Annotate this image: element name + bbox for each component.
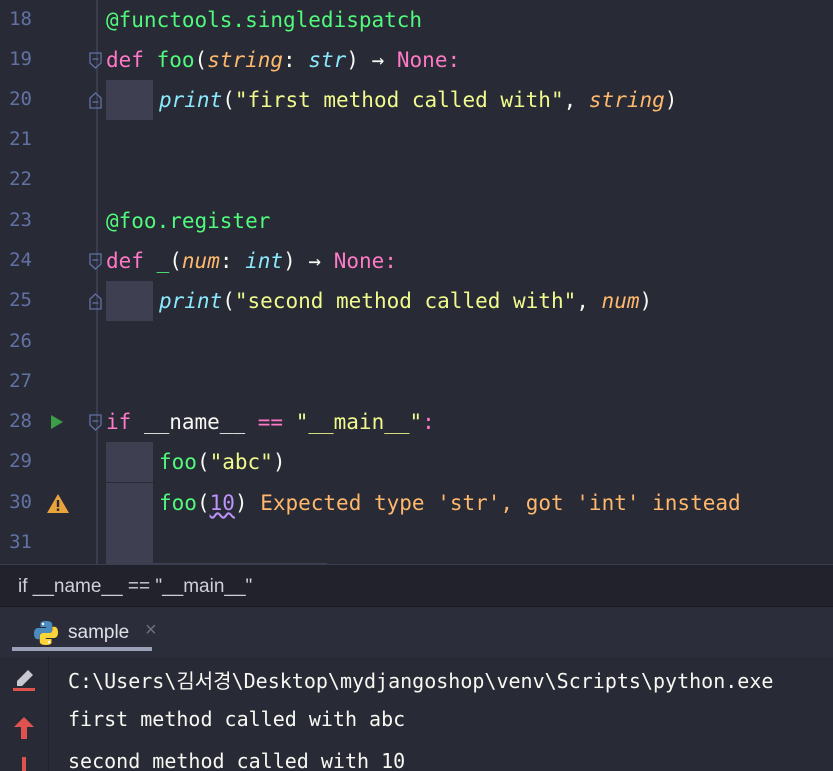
- parameter: num: [181, 249, 220, 273]
- active-tab-indicator: [12, 647, 152, 651]
- line-number: 29: [9, 450, 32, 472]
- keyword-if: if: [106, 410, 132, 434]
- tab-label: sample: [68, 622, 130, 643]
- dunder-name: __name__: [143, 410, 246, 434]
- decorator: @foo.register: [106, 209, 271, 233]
- line-number: 25: [9, 289, 32, 311]
- line-number: 18: [9, 8, 32, 30]
- line-number: 28: [9, 410, 32, 432]
- code-text[interactable]: if __name__ == "__main__":: [106, 408, 435, 436]
- rerun-edit-icon[interactable]: [11, 667, 37, 693]
- code-text[interactable]: print("first method called with", string…: [159, 86, 677, 114]
- code-line[interactable]: 30 foo(10) Expected type 'str', got 'int…: [0, 483, 833, 523]
- function-call: foo: [159, 491, 197, 515]
- return-type: None: [333, 249, 385, 273]
- code-line[interactable]: 24 def _(num: int) → None:: [0, 241, 833, 281]
- keyword-def: def: [106, 249, 144, 273]
- line-number: 26: [9, 330, 32, 352]
- inline-warning: Expected type 'str', got 'int' instead: [260, 491, 741, 515]
- code-text[interactable]: @functools.singledispatch: [106, 6, 422, 34]
- console-line: C:\Users\김서경\Desktop\mydjangoshop\venv\S…: [68, 669, 774, 693]
- python-icon: [34, 621, 58, 645]
- function-call: foo: [159, 450, 197, 474]
- code-line[interactable]: 21: [0, 120, 833, 160]
- type-annotation: int: [245, 249, 284, 273]
- code-text[interactable]: @foo.register: [106, 207, 270, 235]
- code-line[interactable]: 27: [0, 362, 833, 402]
- indent-guide: [106, 442, 153, 482]
- decorator: @functools.singledispatch: [106, 8, 423, 32]
- line-number: 30: [9, 491, 32, 513]
- code-text[interactable]: def foo(string: str) → None:: [106, 46, 460, 74]
- close-icon[interactable]: ×: [145, 619, 157, 642]
- fold-icon[interactable]: [89, 253, 102, 270]
- indent-guide: [106, 281, 153, 321]
- code-line[interactable]: 28 if __name__ == "__main__":: [0, 402, 833, 442]
- string-literal: "__main__": [295, 410, 423, 434]
- argument: string: [588, 88, 665, 112]
- string-literal: "second method called with": [234, 289, 577, 313]
- fold-icon[interactable]: [89, 414, 102, 431]
- run-triangle-icon[interactable]: [50, 414, 64, 430]
- builtin-print: print: [159, 289, 223, 313]
- arrow-up-icon[interactable]: [12, 715, 36, 741]
- fold-end-icon[interactable]: [89, 92, 102, 109]
- code-line[interactable]: 22: [0, 160, 833, 200]
- return-arrow: →: [308, 249, 322, 273]
- builtin-print: print: [159, 88, 223, 112]
- warning-icon[interactable]: [46, 493, 70, 514]
- code-editor[interactable]: 18 @functools.singledispatch 19 def foo(…: [0, 0, 833, 564]
- line-number: 22: [9, 168, 32, 190]
- fold-icon[interactable]: [89, 52, 102, 69]
- code-line[interactable]: 26: [0, 322, 833, 362]
- argument: num: [601, 289, 640, 313]
- string-literal: "abc": [209, 450, 273, 474]
- operator: ==: [257, 410, 284, 434]
- console-line: first method called with abc: [68, 707, 406, 731]
- breadcrumb-item[interactable]: if __name__ == "__main__": [18, 576, 252, 598]
- code-line[interactable]: 29 foo("abc"): [0, 442, 833, 482]
- type-annotation: str: [308, 48, 347, 72]
- line-number: 20: [9, 88, 32, 110]
- code-line[interactable]: 18 @functools.singledispatch: [0, 0, 833, 40]
- code-text[interactable]: print("second method called with", num): [159, 287, 652, 315]
- string-literal: "first method called with": [234, 88, 564, 112]
- function-name: _: [156, 249, 170, 273]
- breadcrumb[interactable]: if __name__ == "__main__": [0, 564, 833, 607]
- indent-guide: [106, 80, 153, 120]
- run-console[interactable]: C:\Users\김서경\Desktop\mydjangoshop\venv\S…: [0, 657, 833, 771]
- return-arrow: →: [371, 48, 385, 72]
- code-line[interactable]: 19 def foo(string: str) → None:: [0, 40, 833, 80]
- code-line[interactable]: 31: [0, 523, 833, 564]
- parameter: string: [207, 48, 284, 72]
- keyword-def: def: [106, 48, 144, 72]
- line-number: 31: [9, 531, 32, 553]
- return-type: None: [396, 48, 448, 72]
- console-line: second method called with 10: [68, 749, 406, 771]
- code-line[interactable]: 20 print("first method called with", str…: [0, 80, 833, 120]
- line-number: 19: [9, 48, 32, 70]
- line-number: 24: [9, 249, 32, 271]
- line-number: 21: [9, 128, 32, 150]
- code-line[interactable]: 25 print("second method called with", nu…: [0, 281, 833, 321]
- line-number: 27: [9, 370, 32, 392]
- arrow-down-icon[interactable]: [12, 757, 36, 771]
- console-toolbar: [0, 657, 49, 771]
- code-text[interactable]: def _(num: int) → None:: [106, 247, 397, 275]
- indent-guide: [106, 523, 153, 564]
- fold-end-icon[interactable]: [89, 293, 102, 310]
- line-number: 23: [9, 209, 32, 231]
- indent-guide: [106, 483, 153, 523]
- code-text[interactable]: foo(10) Expected type 'str', got 'int' i…: [159, 489, 741, 517]
- code-text[interactable]: foo("abc"): [159, 448, 285, 476]
- code-line[interactable]: 23 @foo.register: [0, 201, 833, 241]
- number-literal: 10: [209, 491, 235, 515]
- function-name: foo: [156, 48, 195, 72]
